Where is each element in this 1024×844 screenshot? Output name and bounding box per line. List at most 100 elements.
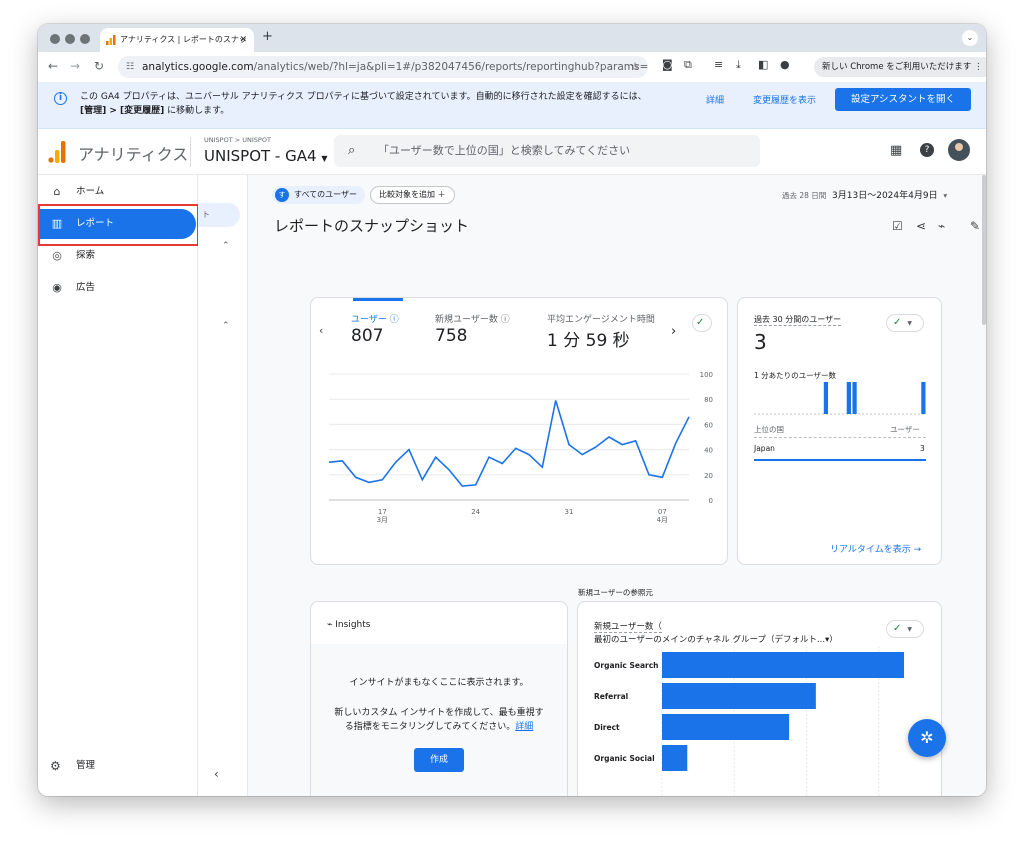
date-range: 3月13日～2024年4月9日 [832,191,938,201]
realtime-value: 3 [754,330,767,354]
insights-hint-2-text: る指標をモニタリングしてみてください。 [344,722,516,732]
gear-icon: ⚙ [50,759,61,773]
apps-icon[interactable]: ▦ [890,143,902,158]
close-window-button[interactable] [50,34,60,44]
maximize-window-button[interactable] [80,34,90,44]
channel-label: Direct [594,723,620,732]
tab-bar: アナリティクス | レポートのスナッ ✕ + ⌄ [38,24,986,52]
per-minute-bar-chart [754,382,926,415]
back-icon[interactable]: ← [48,59,58,73]
profile-icon[interactable]: ● [780,58,790,71]
browser-tab[interactable]: アナリティクス | レポートのスナッ ✕ [100,28,254,52]
url-host: analytics.google.com [142,61,254,73]
check-circle-icon[interactable]: ✓ [692,314,712,332]
channel-label: Organic Search [594,661,659,670]
account-breadcrumb[interactable]: UNISPOT > UNISPOT [204,136,271,144]
reports-subpanel: ト ⌃ ⌃ [198,175,248,796]
sidebar-item-label: ホーム [76,186,105,197]
chevron-up-icon[interactable]: ⌃ [222,321,230,331]
download-icon[interactable]: ⤓ [736,58,741,72]
share-icon[interactable]: ⋖ [916,219,926,233]
camera-icon[interactable]: ◙ [662,58,673,71]
x-tick-sublabel: 4月 [657,516,668,524]
acq-metric-selector[interactable]: 新規ユーザー数（ [594,620,662,633]
tab-close-icon[interactable]: ✕ [239,28,247,52]
insights-sparkle-icon[interactable]: ⌁ [938,219,945,233]
customize-report-icon[interactable]: ☑ [892,219,903,233]
kpi-engagement-label[interactable]: 平均エンゲージメント時間 [547,312,663,325]
property-selector[interactable]: UNISPOT - GA4 ▼ [204,147,327,165]
account-avatar[interactable] [948,139,970,161]
y-tick-label: 60 [704,421,713,429]
top-country-header: 上位の国 [754,425,784,434]
setup-assistant-button[interactable]: 設定アシスタントを開く [835,88,971,111]
address-bar[interactable]: ☷ analytics.google.com/analytics/web/?hl… [118,56,648,78]
acq-status-chip[interactable]: ✓ ▼ [886,620,924,638]
sidebar-item-label: 探索 [76,250,96,261]
insights-card: ⌁ Insights インサイトがまもなくここに表示されます。 新しいカスタム … [310,601,568,796]
tab-search-chevron-icon[interactable]: ⌄ [962,30,978,46]
y-tick-label: 40 [704,447,713,455]
analytics-favicon-icon [106,35,116,45]
y-tick-label: 20 [704,472,713,480]
search-input[interactable]: ⌕ 「ユーザー数で上位の国」と検索してみてください [334,135,760,167]
y-tick-label: 0 [709,497,713,505]
reading-list-icon[interactable]: ≡ [714,58,723,71]
chevron-up-icon[interactable]: ⌃ [222,241,230,251]
browser-window: アナリティクス | レポートのスナッ ✕ + ⌄ ← → ↻ ☷ analyti… [38,24,986,796]
acquisition-card: 新規ユーザー数（ 最初のユーザーのメインのチャネル グループ（デフォルト...▾… [577,601,942,796]
country-users-cell: 3 [920,444,925,453]
kpi-users-label[interactable]: ユーザー ⓘ [351,312,399,325]
users-line-chart: 0 20 40 60 80 100 173月 24 31 074月 [328,371,713,524]
acquisition-section-label: 新規ユーザーの参照元 [578,588,653,597]
users-series-line [328,400,690,487]
reload-icon[interactable]: ↻ [94,59,104,73]
kpi-new-users-label[interactable]: 新規ユーザー数 ⓘ [435,312,510,325]
extensions-icon[interactable]: ⧉ [684,58,692,72]
assistant-fab-button[interactable]: ✲ [908,719,946,757]
audience-chip[interactable]: すすべてのユーザー [272,186,365,204]
sidebar-item-ads[interactable]: ◉ 広告 [38,273,198,303]
subpanel-selected-item[interactable]: ト [198,203,240,227]
create-insight-button[interactable]: 作成 [414,748,464,772]
app-name: アナリティクス [78,145,189,164]
audience-chip-label: すべてのユーザー [294,190,357,199]
acq-dimension-selector[interactable]: 最初のユーザーのメインのチャネル グループ（デフォルト...▾） [594,633,838,645]
add-comparison-button[interactable]: 比較対象を追加 ＋ [370,186,455,204]
sidebar-item-admin[interactable]: ⚙ 管理 [38,751,198,781]
sidebar-item-home[interactable]: ⌂ ホーム [38,177,198,207]
banner-details-link[interactable]: 詳細 [706,93,724,106]
bookmark-star-icon[interactable]: ☆ [630,56,640,78]
ads-icon: ◉ [52,281,62,294]
realtime-status-chip[interactable]: ✓ ▼ [886,314,924,332]
selected-kpi-indicator [353,298,403,301]
url-path: /analytics/web/?hl=ja&pli=1#/p382047456/… [253,61,648,73]
banner-message: この GA4 プロパティは、ユニバーサル アナリティクス プロパティに基づいて設… [80,90,680,118]
caret-down-icon: ▼ [321,154,328,163]
kpi-new-users-value: 758 [435,326,468,346]
caret-down-icon: ▼ [907,320,913,327]
insights-details-link[interactable]: 詳細 [515,722,533,732]
banner-history-link[interactable]: 変更履歴を表示 [753,93,816,106]
x-tick-label: 31 [565,508,574,516]
kpi-engagement-value: 1 分 59 秒 [547,331,630,351]
search-icon: ⌕ [348,143,356,158]
date-prefix: 過去 28 日間 [782,191,827,200]
channel-bar [662,745,688,771]
realtime-label[interactable]: 過去 30 分間のユーザー [754,314,842,326]
forward-icon[interactable]: → [70,59,80,73]
edit-pencil-icon[interactable]: ✎ [970,219,980,233]
chrome-update-button[interactable]: 新しい Chrome をご利用いただけます ⋮ [814,57,986,77]
collapse-panel-icon[interactable]: ‹ [214,767,219,781]
view-realtime-link[interactable]: リアルタイムを表示 → [830,542,921,555]
new-tab-button[interactable]: + [262,29,273,44]
side-panel-icon[interactable]: ◧ [758,58,768,71]
chevron-right-icon[interactable]: › [671,324,676,339]
info-banner: i この GA4 プロパティは、ユニバーサル アナリティクス プロパティに基づい… [38,82,986,129]
scrollbar[interactable] [982,175,986,325]
help-icon[interactable]: ? [920,143,934,157]
site-settings-icon[interactable]: ☷ [126,56,134,78]
minimize-window-button[interactable] [65,34,75,44]
date-range-picker[interactable]: 過去 28 日間 3月13日～2024年4月9日 ▾ [782,188,947,201]
chevron-left-icon[interactable]: ‹ [319,324,323,337]
